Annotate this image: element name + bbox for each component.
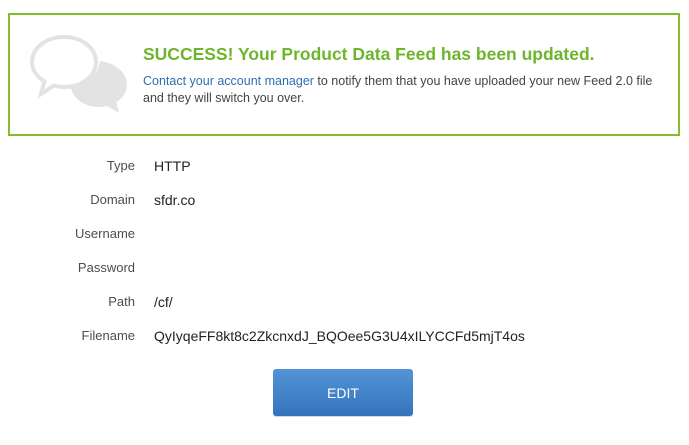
path-value: /cf/ [154,294,173,310]
domain-value: sfdr.co [154,192,196,208]
filename-label: Filename [81,328,135,343]
password-row: Password [0,258,689,278]
alert-title: SUCCESS! Your Product Data Feed has been… [143,44,595,64]
speech-bubbles-icon [30,34,127,113]
type-row: Type HTTP [0,156,689,176]
path-row: Path /cf/ [0,292,689,312]
password-label: Password [77,260,135,275]
domain-label: Domain [90,192,135,207]
type-label: Type [106,158,135,173]
edit-button[interactable]: EDIT [273,369,413,416]
alert-message: Contact your account manager to notify t… [143,73,653,107]
username-row: Username [0,224,689,244]
filename-value: QyIyqeFF8kt8c2ZkcnxdJ_BQOee5G3U4xILYCCFd… [154,328,525,344]
page: SUCCESS! Your Product Data Feed has been… [0,0,689,445]
filename-row: Filename QyIyqeFF8kt8c2ZkcnxdJ_BQOee5G3U… [0,326,689,346]
contact-account-manager-link[interactable]: Contact your account manager [143,74,314,88]
type-value: HTTP [154,158,191,174]
username-label: Username [75,226,135,241]
path-label: Path [108,294,135,309]
success-alert: SUCCESS! Your Product Data Feed has been… [8,13,680,136]
domain-row: Domain sfdr.co [0,190,689,210]
